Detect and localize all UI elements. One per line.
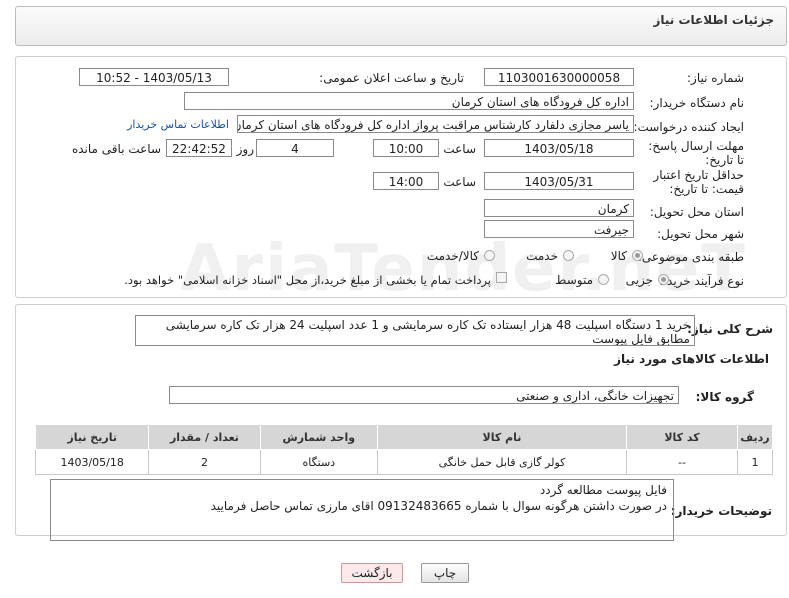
col-need-date: تاریخ نیاز	[34, 424, 150, 450]
page-title: جزئیات اطلاعات نیاز	[653, 13, 774, 27]
validity-time-field: 14:00	[373, 172, 439, 190]
goods-table: ردیف کد کالا نام کالا واحد شمارش تعداد /…	[34, 424, 773, 475]
category-label: طبقه بندی موضوعی:	[637, 250, 744, 264]
process-radio-minor[interactable]	[658, 274, 669, 285]
col-row-number: ردیف	[737, 424, 773, 450]
deadline-label: مهلت ارسال پاسخ: تا تاریخ:	[648, 139, 744, 167]
description-textarea[interactable]: خرید 1 دستگاه اسپلیت 48 هزار ایستاده تک …	[135, 315, 695, 346]
col-item-name: نام کالا	[377, 424, 627, 450]
col-item-code: کد کالا	[625, 424, 739, 450]
goods-group-field: تجهیزات خانگی، اداری و صنعتی	[169, 386, 679, 404]
category-radio-goods-service[interactable]	[484, 250, 495, 261]
buyer-label: نام دستگاه خریدار:	[649, 96, 745, 110]
buyer-notes-textarea[interactable]: فایل پیوست مطالعه گردد در صورت داشتن هرگ…	[50, 479, 674, 541]
goods-group-label: گروه کالا:	[695, 390, 754, 404]
process-label: نوع فرآیند خرید :	[659, 274, 744, 288]
buyer-contact-link[interactable]: اطلاعات تماس خریدار	[127, 118, 229, 131]
col-unit: واحد شمارش	[259, 424, 379, 450]
buyer-field: اداره کل فرودگاه های استان کرمان	[184, 92, 634, 110]
description-label: شرح کلی نیاز:	[687, 322, 773, 336]
days-field: 4	[256, 139, 334, 157]
city-field: جیرفت	[484, 220, 634, 238]
process-option-minor: جزیی	[625, 273, 653, 287]
remaining-label: ساعت باقی مانده	[71, 142, 161, 156]
province-label: استان محل تحویل:	[649, 205, 744, 219]
category-radio-service[interactable]	[563, 250, 574, 261]
treasury-payment-checkbox[interactable]	[496, 272, 507, 283]
category-option-goods: کالا	[610, 249, 627, 263]
buyer-notes-line-1: فایل پیوست مطالعه گردد	[539, 483, 667, 497]
deadline-time-label: ساعت	[443, 142, 476, 156]
table-row: 1 -- کولر گازی قابل حمل خانگی دستگاه 2 1…	[34, 449, 773, 475]
need-number-label: شماره نیاز:	[687, 71, 744, 85]
deadline-time-field: 10:00	[373, 139, 439, 157]
validity-date-field: 1403/05/31	[484, 172, 634, 190]
cell-quantity: 2	[148, 449, 261, 475]
need-number-field: 1103001630000058	[484, 68, 634, 86]
validity-time-label: ساعت	[443, 175, 476, 189]
cell-item-code: --	[625, 449, 739, 475]
city-label: شهر محل تحویل:	[657, 227, 744, 241]
goods-table-header: ردیف کد کالا نام کالا واحد شمارش تعداد /…	[34, 424, 773, 450]
process-radio-medium[interactable]	[598, 274, 609, 285]
cell-need-date: 1403/05/18	[34, 449, 150, 475]
cell-unit: دستگاه	[259, 449, 379, 475]
cell-row-number: 1	[737, 449, 773, 475]
cell-item-name: کولر گازی قابل حمل خانگی	[377, 449, 627, 475]
buyer-notes-line-2: در صورت داشتن هرگونه سوال با شماره 09132…	[210, 499, 667, 513]
buyer-notes-label: توضیحات خریدار:	[670, 504, 772, 518]
announce-label: تاریخ و ساعت اعلان عمومی:	[319, 71, 464, 85]
category-option-service: خدمت	[526, 249, 558, 263]
category-option-goods-service: کالا/خدمت	[426, 249, 479, 263]
validity-label: حداقل تاریخ اعتبار قیمت: تا تاریخ:	[653, 168, 744, 196]
category-radio-goods[interactable]	[632, 250, 643, 261]
process-option-medium: متوسط	[555, 273, 593, 287]
treasury-payment-note: پرداخت تمام یا بخشی از مبلغ خرید،از محل …	[124, 273, 491, 287]
creator-field: یاسر مجازی دلفارد کارشناس مراقبت پرواز ا…	[237, 115, 634, 133]
deadline-date-field: 1403/05/18	[484, 139, 634, 157]
goods-section-title: اطلاعات کالاهای مورد نیاز	[614, 352, 769, 366]
print-button[interactable]: چاپ	[421, 563, 469, 583]
watermark: AriaTender.neT	[180, 232, 747, 306]
back-button[interactable]: بازگشت	[341, 563, 403, 583]
announce-field: 1403/05/13 - 10:52	[79, 68, 229, 86]
remaining-time-field: 22:42:52	[166, 139, 232, 157]
col-quantity: تعداد / مقدار	[148, 424, 261, 450]
province-field: کرمان	[484, 199, 634, 217]
creator-label: ایجاد کننده درخواست:	[633, 120, 744, 134]
